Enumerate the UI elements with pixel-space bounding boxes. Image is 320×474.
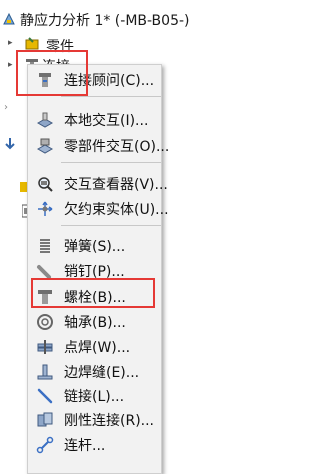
menu-item-rigid-connection[interactable]: 刚性连接(R)... bbox=[28, 407, 161, 433]
spring-icon bbox=[36, 237, 54, 255]
menu-item-label: 本地交互(I)... bbox=[64, 113, 149, 129]
menu-item-label: 点焊(W)... bbox=[64, 340, 131, 356]
context-menu: 连接顾问(C)... 本地交互(I)... 零部件交互(O)... 交互查看器(… bbox=[27, 64, 169, 474]
menu-separator bbox=[61, 96, 161, 97]
side-arrow-icon: › bbox=[4, 102, 8, 113]
menu-item-component-interaction[interactable]: 零部件交互(O)... bbox=[28, 133, 169, 159]
edge-weld-icon bbox=[36, 363, 54, 381]
menu-item-label: 连杆... bbox=[64, 438, 106, 454]
menu-item-label: 边焊缝(E)... bbox=[64, 365, 140, 381]
component-interaction-icon bbox=[36, 137, 54, 155]
connecting-rod-icon bbox=[36, 436, 54, 454]
bearing-icon bbox=[36, 313, 54, 331]
fixture-icon bbox=[4, 138, 16, 152]
menu-item-label: 链接(L)... bbox=[64, 389, 125, 405]
menu-item-label: 欠约束实体(U)... bbox=[64, 202, 169, 218]
menu-item-edge-weld[interactable]: 边焊缝(E)... bbox=[28, 359, 161, 385]
menu-item-link[interactable]: 链接(L)... bbox=[28, 383, 161, 409]
local-interaction-icon bbox=[36, 111, 54, 129]
bolt-highlight-box bbox=[31, 278, 155, 308]
parts-expand-icon[interactable]: ▸ bbox=[8, 38, 13, 48]
menu-item-label: 轴承(B)... bbox=[64, 315, 126, 331]
menu-item-interaction-viewer[interactable]: 交互查看器(V)... bbox=[28, 171, 168, 197]
connections-expand-icon[interactable]: ▸ bbox=[8, 60, 13, 70]
menu-item-spot-weld[interactable]: 点焊(W)... bbox=[28, 334, 161, 360]
menu-item-label: 刚性连接(R)... bbox=[64, 413, 155, 429]
link-icon bbox=[36, 387, 54, 405]
menu-item-label: 交互查看器(V)... bbox=[64, 177, 168, 193]
menu-item-label: 零部件交互(O)... bbox=[64, 139, 170, 155]
interaction-viewer-icon bbox=[36, 175, 54, 193]
menu-item-bearing[interactable]: 轴承(B)... bbox=[28, 309, 161, 335]
study-icon bbox=[1, 11, 17, 27]
study-title[interactable]: 静应力分析 1* (-MB-B05-) bbox=[20, 10, 190, 30]
spot-weld-icon bbox=[36, 338, 54, 356]
menu-item-under-constrained[interactable]: 欠约束实体(U)... bbox=[28, 196, 169, 222]
menu-item-connecting-rod[interactable]: 连杆... bbox=[28, 432, 161, 458]
menu-separator bbox=[61, 162, 161, 163]
menu-item-spring[interactable]: 弹簧(S)... bbox=[28, 233, 161, 259]
menu-item-label: 弹簧(S)... bbox=[64, 239, 126, 255]
rigid-connection-icon bbox=[36, 411, 54, 429]
under-constrained-icon bbox=[36, 200, 54, 218]
connections-highlight-box bbox=[16, 50, 88, 96]
menu-separator bbox=[61, 225, 161, 226]
menu-item-local-interaction[interactable]: 本地交互(I)... bbox=[28, 107, 161, 133]
